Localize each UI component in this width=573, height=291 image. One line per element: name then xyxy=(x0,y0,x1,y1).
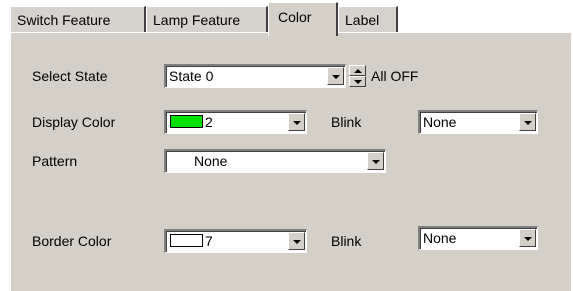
select-state-label: Select State xyxy=(32,68,108,84)
display-color-value: 2 xyxy=(205,114,213,130)
tab-strip: Switch Feature Lamp Feature Color Label xyxy=(10,0,573,36)
border-color-value-wrap: 7 xyxy=(169,232,286,251)
state-description: All OFF xyxy=(371,68,419,84)
border-blink-dropdown[interactable]: None xyxy=(418,226,538,250)
spinner-down-arrow-icon[interactable] xyxy=(349,76,366,87)
tab-switch-feature-label: Switch Feature xyxy=(17,12,111,28)
border-blink-value: None xyxy=(423,230,457,246)
pattern-value: None xyxy=(194,153,228,169)
border-blink-label: Blink xyxy=(331,233,362,249)
pattern-dropdown[interactable]: None xyxy=(164,149,386,173)
display-color-swatch xyxy=(170,115,203,128)
dialog-window: Switch Feature Lamp Feature Color Label … xyxy=(0,0,573,291)
pattern-label: Pattern xyxy=(32,153,78,169)
pattern-dropdown-arrow-icon[interactable] xyxy=(367,152,384,170)
select-state-value: State 0 xyxy=(169,68,214,84)
display-blink-label: Blink xyxy=(331,114,362,130)
tab-switch-feature[interactable]: Switch Feature xyxy=(10,6,146,32)
spinner-up-arrow-icon[interactable] xyxy=(349,65,366,76)
display-color-dropdown-arrow-icon[interactable] xyxy=(288,113,305,131)
display-color-dropdown[interactable]: 2 xyxy=(164,110,307,134)
display-color-label: Display Color xyxy=(32,114,116,130)
tab-label[interactable]: Label xyxy=(338,6,398,32)
display-blink-value: None xyxy=(423,114,457,130)
state-spinner[interactable] xyxy=(349,65,366,87)
tab-lamp-feature[interactable]: Lamp Feature xyxy=(146,6,268,32)
select-state-dropdown-arrow-icon[interactable] xyxy=(327,67,344,85)
border-color-dropdown-arrow-icon[interactable] xyxy=(288,232,305,250)
display-color-value-wrap: 2 xyxy=(169,113,286,132)
tab-lamp-feature-label: Lamp Feature xyxy=(153,12,241,28)
tab-color-label: Color xyxy=(278,9,312,25)
color-tab-panel: Select State State 0 All OFF Display Col… xyxy=(10,32,571,291)
tab-color[interactable]: Color xyxy=(268,2,338,36)
tab-label-label: Label xyxy=(345,12,380,28)
border-color-swatch xyxy=(170,234,203,247)
border-color-label: Border Color xyxy=(32,233,112,249)
border-color-dropdown[interactable]: 7 xyxy=(164,229,307,253)
border-blink-dropdown-arrow-icon[interactable] xyxy=(519,229,536,247)
display-blink-dropdown[interactable]: None xyxy=(418,110,538,134)
border-color-value: 7 xyxy=(205,233,213,249)
select-state-dropdown[interactable]: State 0 xyxy=(164,64,346,88)
display-blink-dropdown-arrow-icon[interactable] xyxy=(519,113,536,131)
